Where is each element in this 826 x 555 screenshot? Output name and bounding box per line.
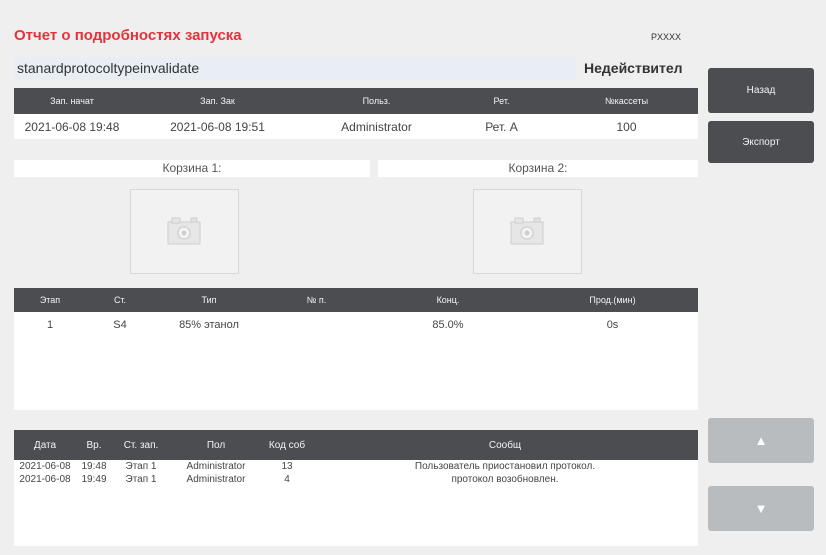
column-header: Пол <box>206 439 226 451</box>
column-header: Вр. <box>86 439 102 451</box>
basket-1-image[interactable] <box>130 189 239 274</box>
table-cell: 19:49 <box>81 474 107 485</box>
basket-1-label: Корзина 1: <box>14 160 370 177</box>
page-title: Отчет о подробностях запуска <box>14 27 242 44</box>
camera-icon <box>510 217 544 245</box>
table-cell: 2021-06-08 <box>19 461 71 472</box>
column-header: Код соб <box>268 439 306 451</box>
back-button[interactable]: Назад <box>708 68 814 113</box>
column-header: Зап. Зак <box>200 96 235 106</box>
arrow-up-icon: ▲ <box>754 433 768 448</box>
column-header: Дата <box>33 439 57 451</box>
basket-2-image[interactable] <box>473 189 582 274</box>
table-cell: Этап 1 <box>125 461 157 472</box>
event-table: Дата Вр. Ст. зап. Пол Код соб Сообщ 2021… <box>14 430 698 546</box>
step-table: Этап Ст. Тип № п. Конц. Прод.(мин) 1 S4 … <box>14 288 698 410</box>
camera-icon <box>167 217 201 245</box>
instrument-id: PXXXX <box>651 32 682 42</box>
table-cell: Пользователь приостановил протокол. <box>414 461 596 472</box>
table-cell: 85% этанол <box>179 319 239 331</box>
run-table-header: Зап. начат Зап. Зак Польз. Рет. №кассеты <box>14 88 698 114</box>
table-cell: протокол возобновлен. <box>451 474 559 485</box>
validity-status: Недействител <box>584 60 683 76</box>
column-header: Рет. <box>493 96 510 106</box>
table-cell: 4 <box>284 474 290 485</box>
table-cell: 1 <box>46 319 54 331</box>
table-cell: Administrator <box>186 474 246 485</box>
arrow-down-icon: ▼ <box>754 501 768 516</box>
table-cell: 2021-06-08 19:48 <box>24 119 120 134</box>
column-header: Ст. <box>113 295 127 305</box>
event-table-header: Дата Вр. Ст. зап. Пол Код соб Сообщ <box>14 430 698 460</box>
table-row[interactable]: 1 S4 85% этанол 85.0% 0s <box>14 312 698 338</box>
basket-2-label: Корзина 2: <box>378 160 698 177</box>
column-header: № п. <box>306 295 327 305</box>
column-header: Ст. зап. <box>123 439 159 451</box>
column-header: Зап. начат <box>50 96 94 106</box>
column-header: Сообщ <box>488 439 522 451</box>
table-cell: 2021-06-08 <box>19 474 71 485</box>
table-cell: 0s <box>606 319 619 331</box>
table-cell: 13 <box>281 461 293 472</box>
table-cell: Administrator <box>186 461 246 472</box>
table-row[interactable]: 2021-06-08 19:48 Этап 1 Administrator 13… <box>14 460 698 473</box>
column-header: №кассеты <box>604 96 649 106</box>
column-header: Конц. <box>436 295 460 305</box>
table-cell: 85.0% <box>432 319 464 331</box>
scroll-down-button[interactable]: ▼ <box>708 486 814 531</box>
table-empty-area <box>14 338 698 410</box>
table-row: 2021-06-08 19:48 2021-06-08 19:51 Admini… <box>14 114 698 139</box>
export-button[interactable]: Экспорт <box>708 121 814 163</box>
table-cell: Этап 1 <box>125 474 157 485</box>
table-cell: 19:48 <box>81 461 107 472</box>
table-cell: 2021-06-08 19:51 <box>170 119 265 134</box>
scroll-up-button[interactable]: ▲ <box>708 418 814 463</box>
table-cell: Рет. А <box>485 119 518 134</box>
table-row[interactable]: 2021-06-08 19:49 Этап 1 Administrator 4 … <box>14 473 698 486</box>
table-cell: Administrator <box>341 119 412 134</box>
column-header: Тип <box>201 295 217 305</box>
table-cell: S4 <box>113 319 127 331</box>
protocol-name: stanardprotocoltypeinvalidate <box>14 57 576 80</box>
step-table-header: Этап Ст. Тип № п. Конц. Прод.(мин) <box>14 288 698 312</box>
table-cell: 100 <box>616 119 637 134</box>
column-header: Прод.(мин) <box>589 295 636 305</box>
column-header: Польз. <box>362 96 391 106</box>
run-info-table: Зап. начат Зап. Зак Польз. Рет. №кассеты… <box>14 88 698 139</box>
column-header: Этап <box>39 295 61 305</box>
table-empty-area <box>14 486 698 546</box>
